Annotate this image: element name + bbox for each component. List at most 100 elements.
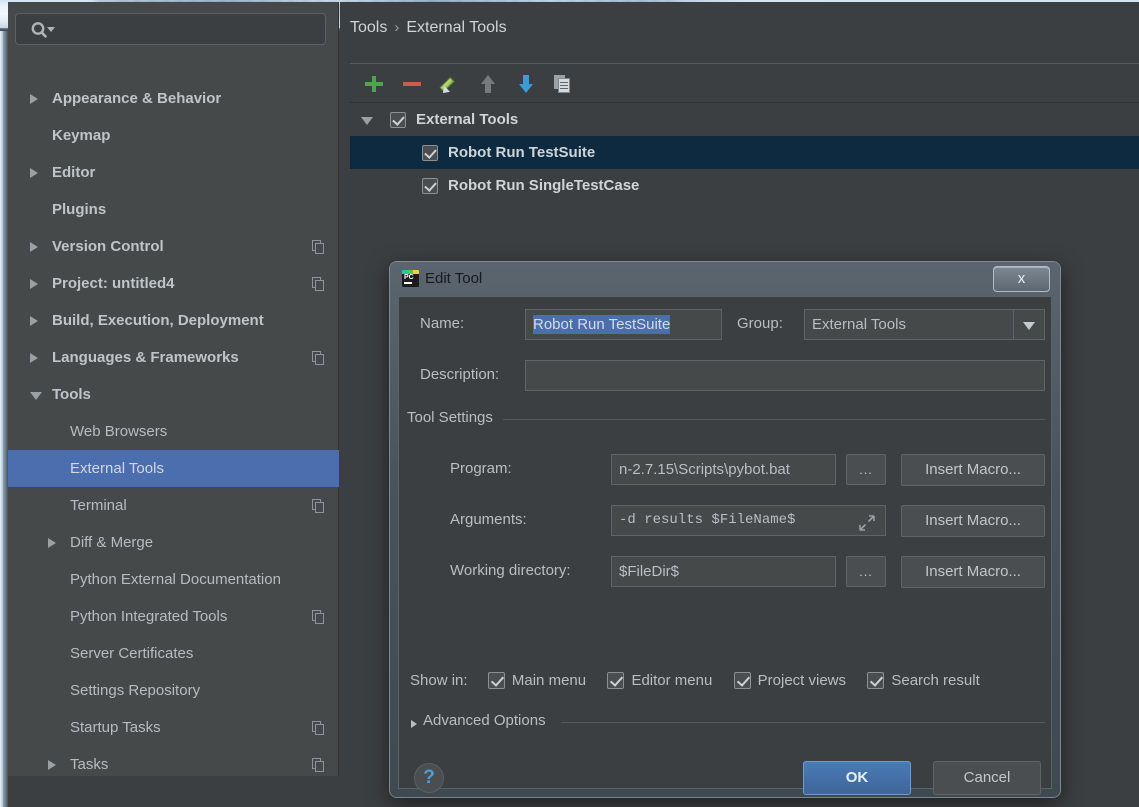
cancel-button[interactable]: Cancel <box>933 761 1041 795</box>
group-select[interactable]: External Tools <box>804 309 1045 340</box>
copy-settings-icon[interactable] <box>312 758 325 772</box>
sidebar-item-build-execution-deployment[interactable]: Build, Execution, Deployment <box>8 302 339 339</box>
sidebar-item-terminal[interactable]: Terminal <box>8 487 339 524</box>
advanced-divider <box>561 722 1045 723</box>
breadcrumb-current: External Tools <box>406 19 506 36</box>
copy-settings-icon[interactable] <box>312 721 325 735</box>
sidebar-item-python-integrated-tools[interactable]: Python Integrated Tools <box>8 598 339 635</box>
minus-icon <box>402 75 422 93</box>
chevron-right-icon[interactable] <box>48 538 56 548</box>
edit-tool-button[interactable] <box>431 64 469 103</box>
chevron-right-icon[interactable] <box>30 168 38 178</box>
chevron-right-icon[interactable] <box>411 720 417 728</box>
sidebar-item-settings-repository[interactable]: Settings Repository <box>8 672 339 709</box>
description-field[interactable] <box>525 360 1045 391</box>
add-tool-button[interactable] <box>355 64 393 103</box>
search-input[interactable] <box>15 13 326 45</box>
sidebar-item-python-external-documentation[interactable]: Python External Documentation <box>8 561 339 598</box>
table-row[interactable]: Robot Run SingleTestCase <box>350 169 1139 202</box>
help-button[interactable]: ? <box>414 763 444 793</box>
chevron-right-icon[interactable] <box>30 353 38 363</box>
arguments-label: Arguments: <box>450 511 527 528</box>
sidebar-item-label: External Tools <box>70 460 164 477</box>
working-directory-field[interactable]: $FileDir$ <box>611 556 836 587</box>
group-divider <box>503 419 1045 420</box>
copy-tool-button[interactable] <box>545 64 583 103</box>
chevron-down-icon[interactable] <box>30 392 42 400</box>
tree-item-label: Robot Run SingleTestCase <box>448 177 639 194</box>
checkbox-search-result[interactable] <box>867 672 884 689</box>
sidebar-item-version-control[interactable]: Version Control <box>8 228 339 265</box>
checkbox-external-tools[interactable] <box>390 112 406 128</box>
name-field[interactable]: Robot Run TestSuite <box>525 309 722 340</box>
close-icon[interactable]: x <box>993 266 1050 292</box>
show-in-option-label: Search result <box>891 672 979 689</box>
sidebar-item-editor[interactable]: Editor <box>8 154 339 191</box>
arguments-field[interactable]: -d results $FileName$ <box>611 505 886 536</box>
move-down-button[interactable] <box>507 64 545 103</box>
dialog-title: Edit Tool <box>425 270 482 287</box>
copy-settings-icon[interactable] <box>312 240 325 254</box>
dialog-app-icon: PC <box>402 270 419 287</box>
dialog-body: Name: Robot Run TestSuite Group: Externa… <box>398 296 1052 789</box>
plus-icon <box>364 75 384 93</box>
checkbox-main-menu[interactable] <box>488 672 505 689</box>
chevron-right-icon[interactable] <box>30 279 38 289</box>
sidebar-item-tasks[interactable]: Tasks <box>8 746 339 783</box>
working-directory-insert-macro-button[interactable]: Insert Macro... <box>901 556 1045 588</box>
copy-settings-icon[interactable] <box>312 610 325 624</box>
sidebar-item-server-certificates[interactable]: Server Certificates <box>8 635 339 672</box>
arguments-insert-macro-button[interactable]: Insert Macro... <box>901 505 1045 537</box>
sidebar-item-project-untitled4[interactable]: Project: untitled4 <box>8 265 339 302</box>
sidebar-item-external-tools[interactable]: External Tools <box>8 450 339 487</box>
sidebar-item-languages-frameworks[interactable]: Languages & Frameworks <box>8 339 339 376</box>
tree-root-label: External Tools <box>416 111 518 128</box>
chevron-right-icon[interactable] <box>30 94 38 104</box>
sidebar-item-appearance-behavior[interactable]: Appearance & Behavior <box>8 80 339 117</box>
move-up-button[interactable] <box>469 64 507 103</box>
chevron-down-icon[interactable] <box>361 117 373 125</box>
sidebar-item-web-browsers[interactable]: Web Browsers <box>8 413 339 450</box>
program-browse-button[interactable]: ... <box>846 454 886 485</box>
tree-row-root[interactable]: External Tools <box>350 103 1139 136</box>
search-dropdown-caret[interactable] <box>47 27 55 32</box>
sidebar-item-plugins[interactable]: Plugins <box>8 191 339 228</box>
checkbox-robot-run-testsuite[interactable] <box>422 145 438 161</box>
search-icon <box>29 21 59 39</box>
chevron-right-icon[interactable] <box>48 760 56 770</box>
copy-settings-icon[interactable] <box>312 277 325 291</box>
sidebar-item-diff-merge[interactable]: Diff & Merge <box>8 524 339 561</box>
arguments-field-value: -d results $FileName$ <box>619 512 795 528</box>
edit-tool-dialog: PC Edit Tool x Name: Robot Run TestSuite… <box>390 262 1060 797</box>
ok-button[interactable]: OK <box>803 761 911 795</box>
table-row[interactable]: Robot Run TestSuite <box>350 136 1139 169</box>
show-in-option-label: Project views <box>758 672 846 689</box>
checkbox-robot-run-singletestcase[interactable] <box>422 178 438 194</box>
program-field[interactable]: n-2.7.15\Scripts\pybot.bat <box>611 454 836 485</box>
sidebar-item-keymap[interactable]: Keymap <box>8 117 339 154</box>
chevron-down-icon[interactable] <box>1013 310 1044 339</box>
show-in-option-label: Editor menu <box>631 672 712 689</box>
advanced-options-toggle[interactable]: Advanced Options <box>423 712 546 729</box>
copy-settings-icon[interactable] <box>312 351 325 365</box>
show-in-label: Show in: <box>410 672 468 689</box>
copy-icon <box>554 75 574 93</box>
working-directory-label: Working directory: <box>450 562 571 579</box>
sidebar-item-label: Tasks <box>70 756 108 773</box>
sidebar-item-label: Web Browsers <box>70 423 167 440</box>
sidebar-item-tools[interactable]: Tools <box>8 376 339 413</box>
chevron-right-icon[interactable] <box>30 242 38 252</box>
checkbox-editor-menu[interactable] <box>607 672 624 689</box>
working-directory-browse-button[interactable]: ... <box>846 556 886 587</box>
settings-category-tree: Appearance & BehaviorKeymapEditorPlugins… <box>8 80 339 783</box>
program-insert-macro-button[interactable]: Insert Macro... <box>901 454 1045 486</box>
checkbox-project-views[interactable] <box>734 672 751 689</box>
copy-settings-icon[interactable] <box>312 499 325 513</box>
sidebar-item-startup-tasks[interactable]: Startup Tasks <box>8 709 339 746</box>
expand-icon[interactable] <box>859 514 875 530</box>
show-in-option-label: Main menu <box>512 672 586 689</box>
arrow-down-icon <box>516 75 536 93</box>
remove-tool-button[interactable] <box>393 64 431 103</box>
chevron-right-icon[interactable] <box>30 316 38 326</box>
breadcrumb-parent[interactable]: Tools <box>350 19 387 36</box>
